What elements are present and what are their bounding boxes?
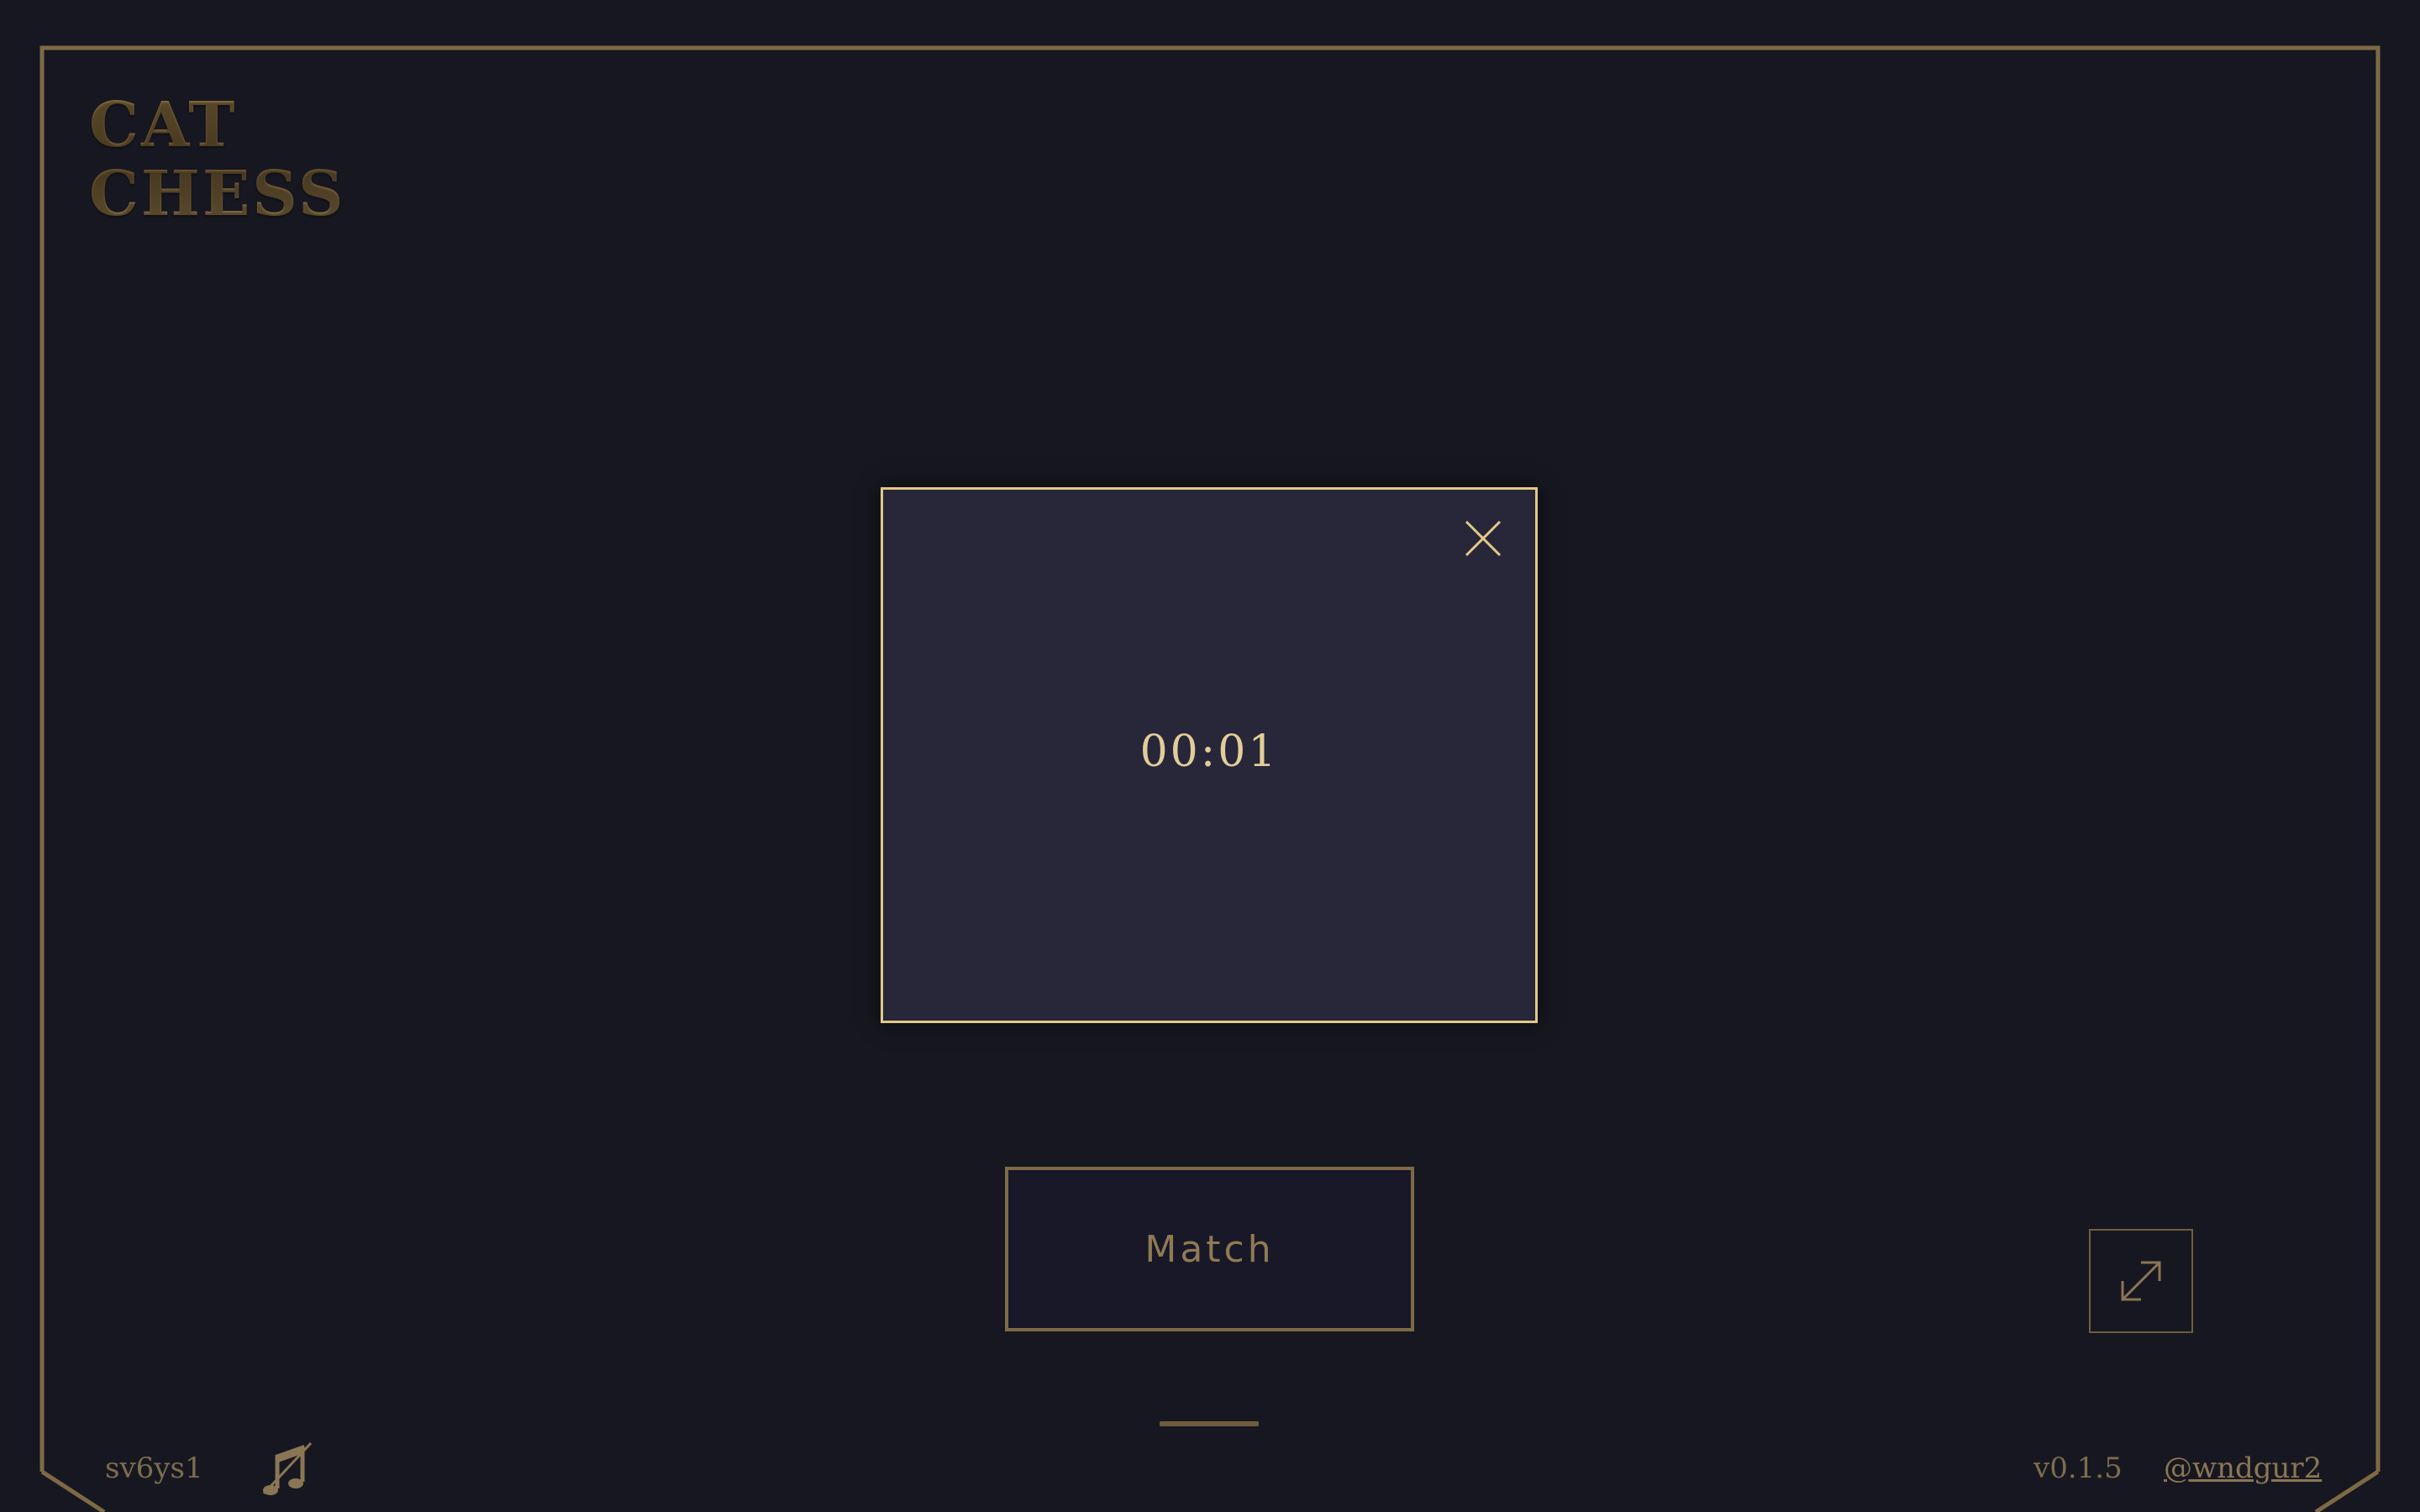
match-timer: 00:01 (1139, 727, 1279, 777)
expand-diagonal-icon (2121, 1261, 2161, 1301)
bottom-handle-bar (1160, 1421, 1259, 1426)
matchmaking-timer-modal: 00:01 (881, 487, 1538, 1023)
author-link[interactable]: @wndgur2 (2164, 1452, 2322, 1485)
fullscreen-button[interactable] (2089, 1229, 2193, 1333)
server-code: sv6ys1 (105, 1452, 203, 1485)
game-logo: CAT CHESS (89, 91, 345, 228)
close-icon[interactable] (1463, 518, 1503, 559)
version-label: v0.1.5 (2033, 1452, 2123, 1485)
music-note-icon[interactable] (257, 1440, 316, 1499)
match-button[interactable]: Match (1005, 1167, 1414, 1331)
logo-line-2: CHESS (89, 158, 346, 230)
logo-line-1: CAT (89, 89, 238, 161)
